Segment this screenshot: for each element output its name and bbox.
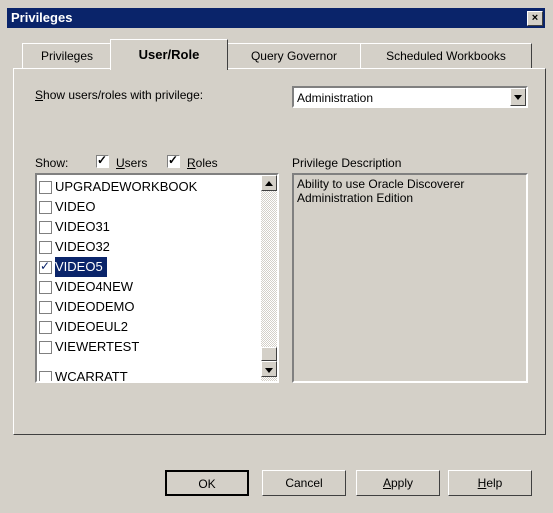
item-checkbox[interactable] — [39, 181, 52, 194]
item-checkbox[interactable] — [39, 341, 52, 354]
tab-privileges[interactable]: Privileges — [22, 43, 112, 68]
window-title: Privileges — [11, 10, 73, 25]
scroll-up-button[interactable] — [261, 175, 277, 191]
privilege-description-text: Ability to use Oracle Discoverer Adminis… — [297, 177, 465, 205]
list-item[interactable]: VIDEO32 — [39, 237, 261, 257]
item-checkbox[interactable] — [39, 221, 52, 234]
item-checkbox[interactable] — [39, 281, 52, 294]
close-button[interactable]: × — [527, 11, 543, 26]
privilege-dropdown[interactable]: Administration — [292, 86, 528, 108]
privileges-dialog: Privileges × Privileges User/Role Query … — [0, 0, 553, 513]
list-item[interactable]: VIDEO31 — [39, 217, 261, 237]
ok-button[interactable]: OK — [165, 470, 249, 496]
cancel-button[interactable]: Cancel — [262, 470, 346, 496]
close-icon: × — [531, 12, 539, 24]
item-checkbox[interactable]: ✓ — [39, 259, 52, 274]
tab-user-role[interactable]: User/Role — [110, 39, 228, 70]
users-roles-list: UPGRADEWORKBOOK VIDEO VIDEO31 VIDEO32 ✓ V… — [35, 173, 279, 383]
arrow-up-icon — [265, 181, 273, 186]
chevron-down-icon — [514, 95, 522, 100]
list-item[interactable]: VIDEO — [39, 197, 261, 217]
item-checkbox[interactable] — [39, 241, 52, 254]
show-label: Show: — [35, 156, 69, 170]
list-scrollbar[interactable] — [261, 175, 277, 381]
item-checkbox[interactable] — [39, 201, 52, 214]
dropdown-button[interactable] — [510, 88, 526, 106]
list-item[interactable]: VIDEOEUL2 — [39, 317, 261, 337]
list-item[interactable]: VIDEODEMO — [39, 297, 261, 317]
list-item[interactable]: VIEWERTEST — [39, 337, 261, 357]
tab-scheduled-workbooks[interactable]: Scheduled Workbooks — [360, 43, 532, 68]
list-item[interactable]: WCARRATT — [39, 367, 261, 381]
tab-query-governor[interactable]: Query Governor — [226, 43, 362, 68]
description-label: Privilege Description — [292, 156, 402, 170]
list-item[interactable]: VIDEO4NEW — [39, 277, 261, 297]
roles-label: Roles — [187, 156, 218, 170]
privilege-description-box: Ability to use Oracle Discoverer Adminis… — [292, 173, 528, 383]
privilege-dropdown-value: Administration — [297, 91, 374, 105]
item-checkbox[interactable] — [39, 301, 52, 314]
help-button[interactable]: Help — [448, 470, 532, 496]
users-label: Users — [116, 156, 148, 170]
checkmark-icon: ✓ — [97, 153, 108, 167]
title-bar: Privileges × — [7, 8, 545, 28]
list-item[interactable]: UPGRADEWORKBOOK — [39, 177, 261, 197]
item-checkbox[interactable] — [39, 321, 52, 334]
scroll-down-button[interactable] — [261, 361, 277, 377]
checkmark-icon: ✓ — [168, 153, 179, 167]
checkmark-icon: ✓ — [40, 259, 51, 273]
roles-checkbox[interactable]: ✓ — [167, 153, 180, 168]
users-checkbox[interactable]: ✓ — [96, 153, 109, 168]
scroll-thumb[interactable] — [261, 347, 277, 361]
item-checkbox[interactable] — [39, 371, 52, 381]
list-item-selected[interactable]: ✓ VIDEO5 — [39, 257, 261, 277]
arrow-down-icon — [265, 368, 273, 373]
privilege-select-label: Show users/roles with privilege: — [35, 88, 204, 102]
apply-button[interactable]: Apply — [356, 470, 440, 496]
